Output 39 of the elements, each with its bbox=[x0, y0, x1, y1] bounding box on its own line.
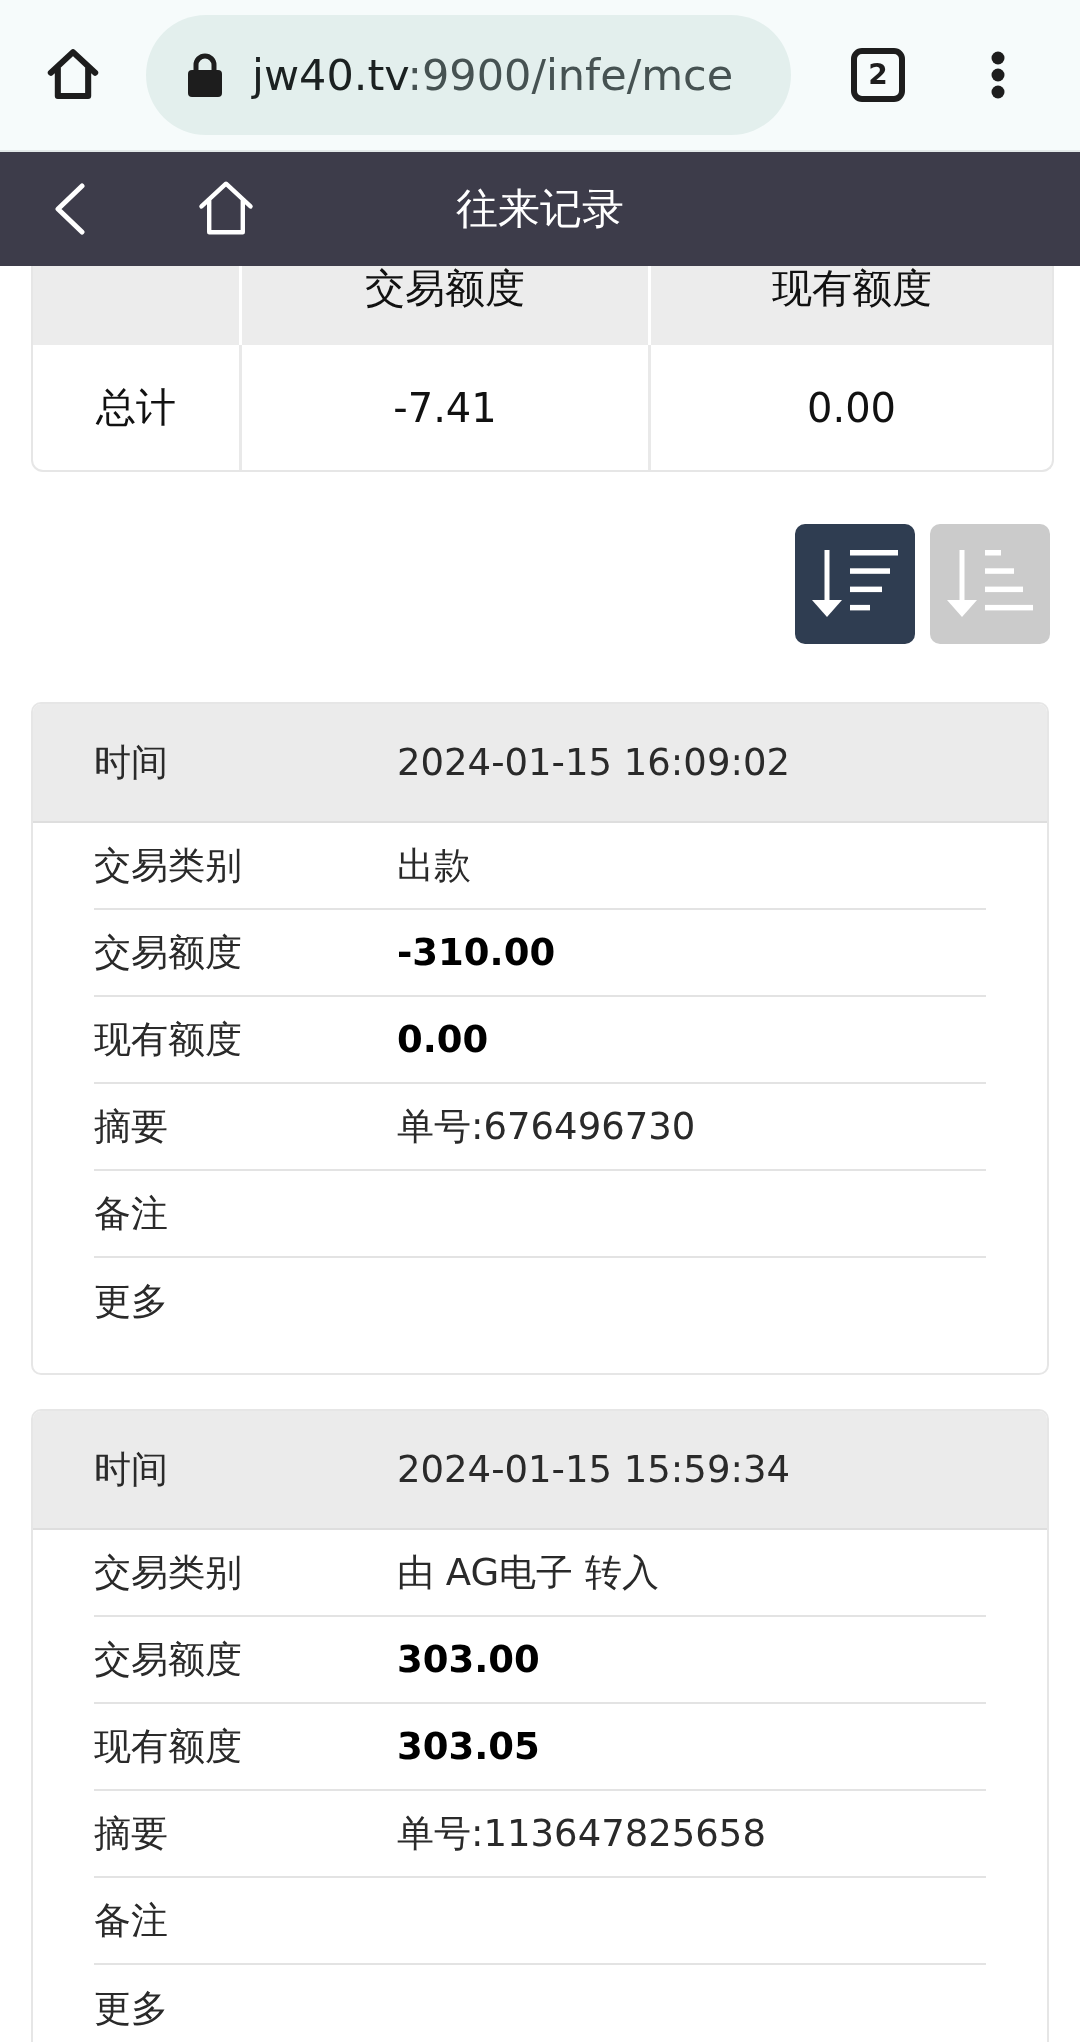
amount-value: 0.00 bbox=[397, 1018, 489, 1061]
url-text: jw40.tv:9900/infe/mce bbox=[252, 50, 734, 100]
column-header: 交易额度 bbox=[365, 266, 525, 310]
field-value: 由 AG电子 转入 bbox=[397, 1549, 659, 1596]
field-label: 交易类别 bbox=[94, 842, 242, 889]
table-value: 0.00 bbox=[806, 384, 897, 431]
field-label: 备注 bbox=[94, 1897, 168, 1944]
field-label: 备注 bbox=[94, 1190, 168, 1237]
menu-icon[interactable] bbox=[991, 51, 1005, 99]
field-value: 单号:113647825658 bbox=[397, 1810, 766, 1857]
sort-ascending-icon bbox=[947, 550, 1033, 618]
field-label: 摘要 bbox=[94, 1810, 168, 1857]
column-header: 现有额度 bbox=[771, 266, 932, 310]
field-label: 更多 bbox=[94, 1985, 168, 2032]
field-value: 出款 bbox=[397, 842, 471, 889]
field-label: 交易类别 bbox=[94, 1549, 242, 1596]
lock-icon bbox=[188, 53, 222, 97]
field-label: 现有额度 bbox=[94, 1723, 242, 1770]
amount-value: -310.00 bbox=[397, 931, 556, 974]
field-label: 摘要 bbox=[94, 1103, 168, 1150]
table-value: -7.41 bbox=[393, 384, 497, 431]
row-label: 总计 bbox=[96, 383, 176, 432]
time-value: 2024-01-15 15:59:34 bbox=[397, 1448, 790, 1491]
field-label: 交易额度 bbox=[94, 929, 242, 976]
time-label: 时间 bbox=[94, 739, 168, 786]
field-label: 现有额度 bbox=[94, 1016, 242, 1063]
time-label: 时间 bbox=[94, 1446, 168, 1493]
tab-switcher-button[interactable]: 2 bbox=[851, 48, 905, 102]
sort-descending-icon bbox=[812, 550, 898, 618]
page-title: 往来记录 bbox=[456, 183, 624, 235]
amount-value: 303.00 bbox=[397, 1638, 540, 1681]
address-bar[interactable]: jw40.tv:9900/infe/mce bbox=[146, 15, 791, 135]
amount-value: 303.05 bbox=[397, 1725, 540, 1768]
field-value: 单号:676496730 bbox=[397, 1103, 696, 1150]
back-icon[interactable] bbox=[55, 183, 85, 235]
field-label: 交易额度 bbox=[94, 1636, 242, 1683]
time-value: 2024-01-15 16:09:02 bbox=[397, 741, 790, 784]
field-label: 更多 bbox=[94, 1278, 168, 1325]
sort-button[interactable] bbox=[795, 524, 915, 644]
